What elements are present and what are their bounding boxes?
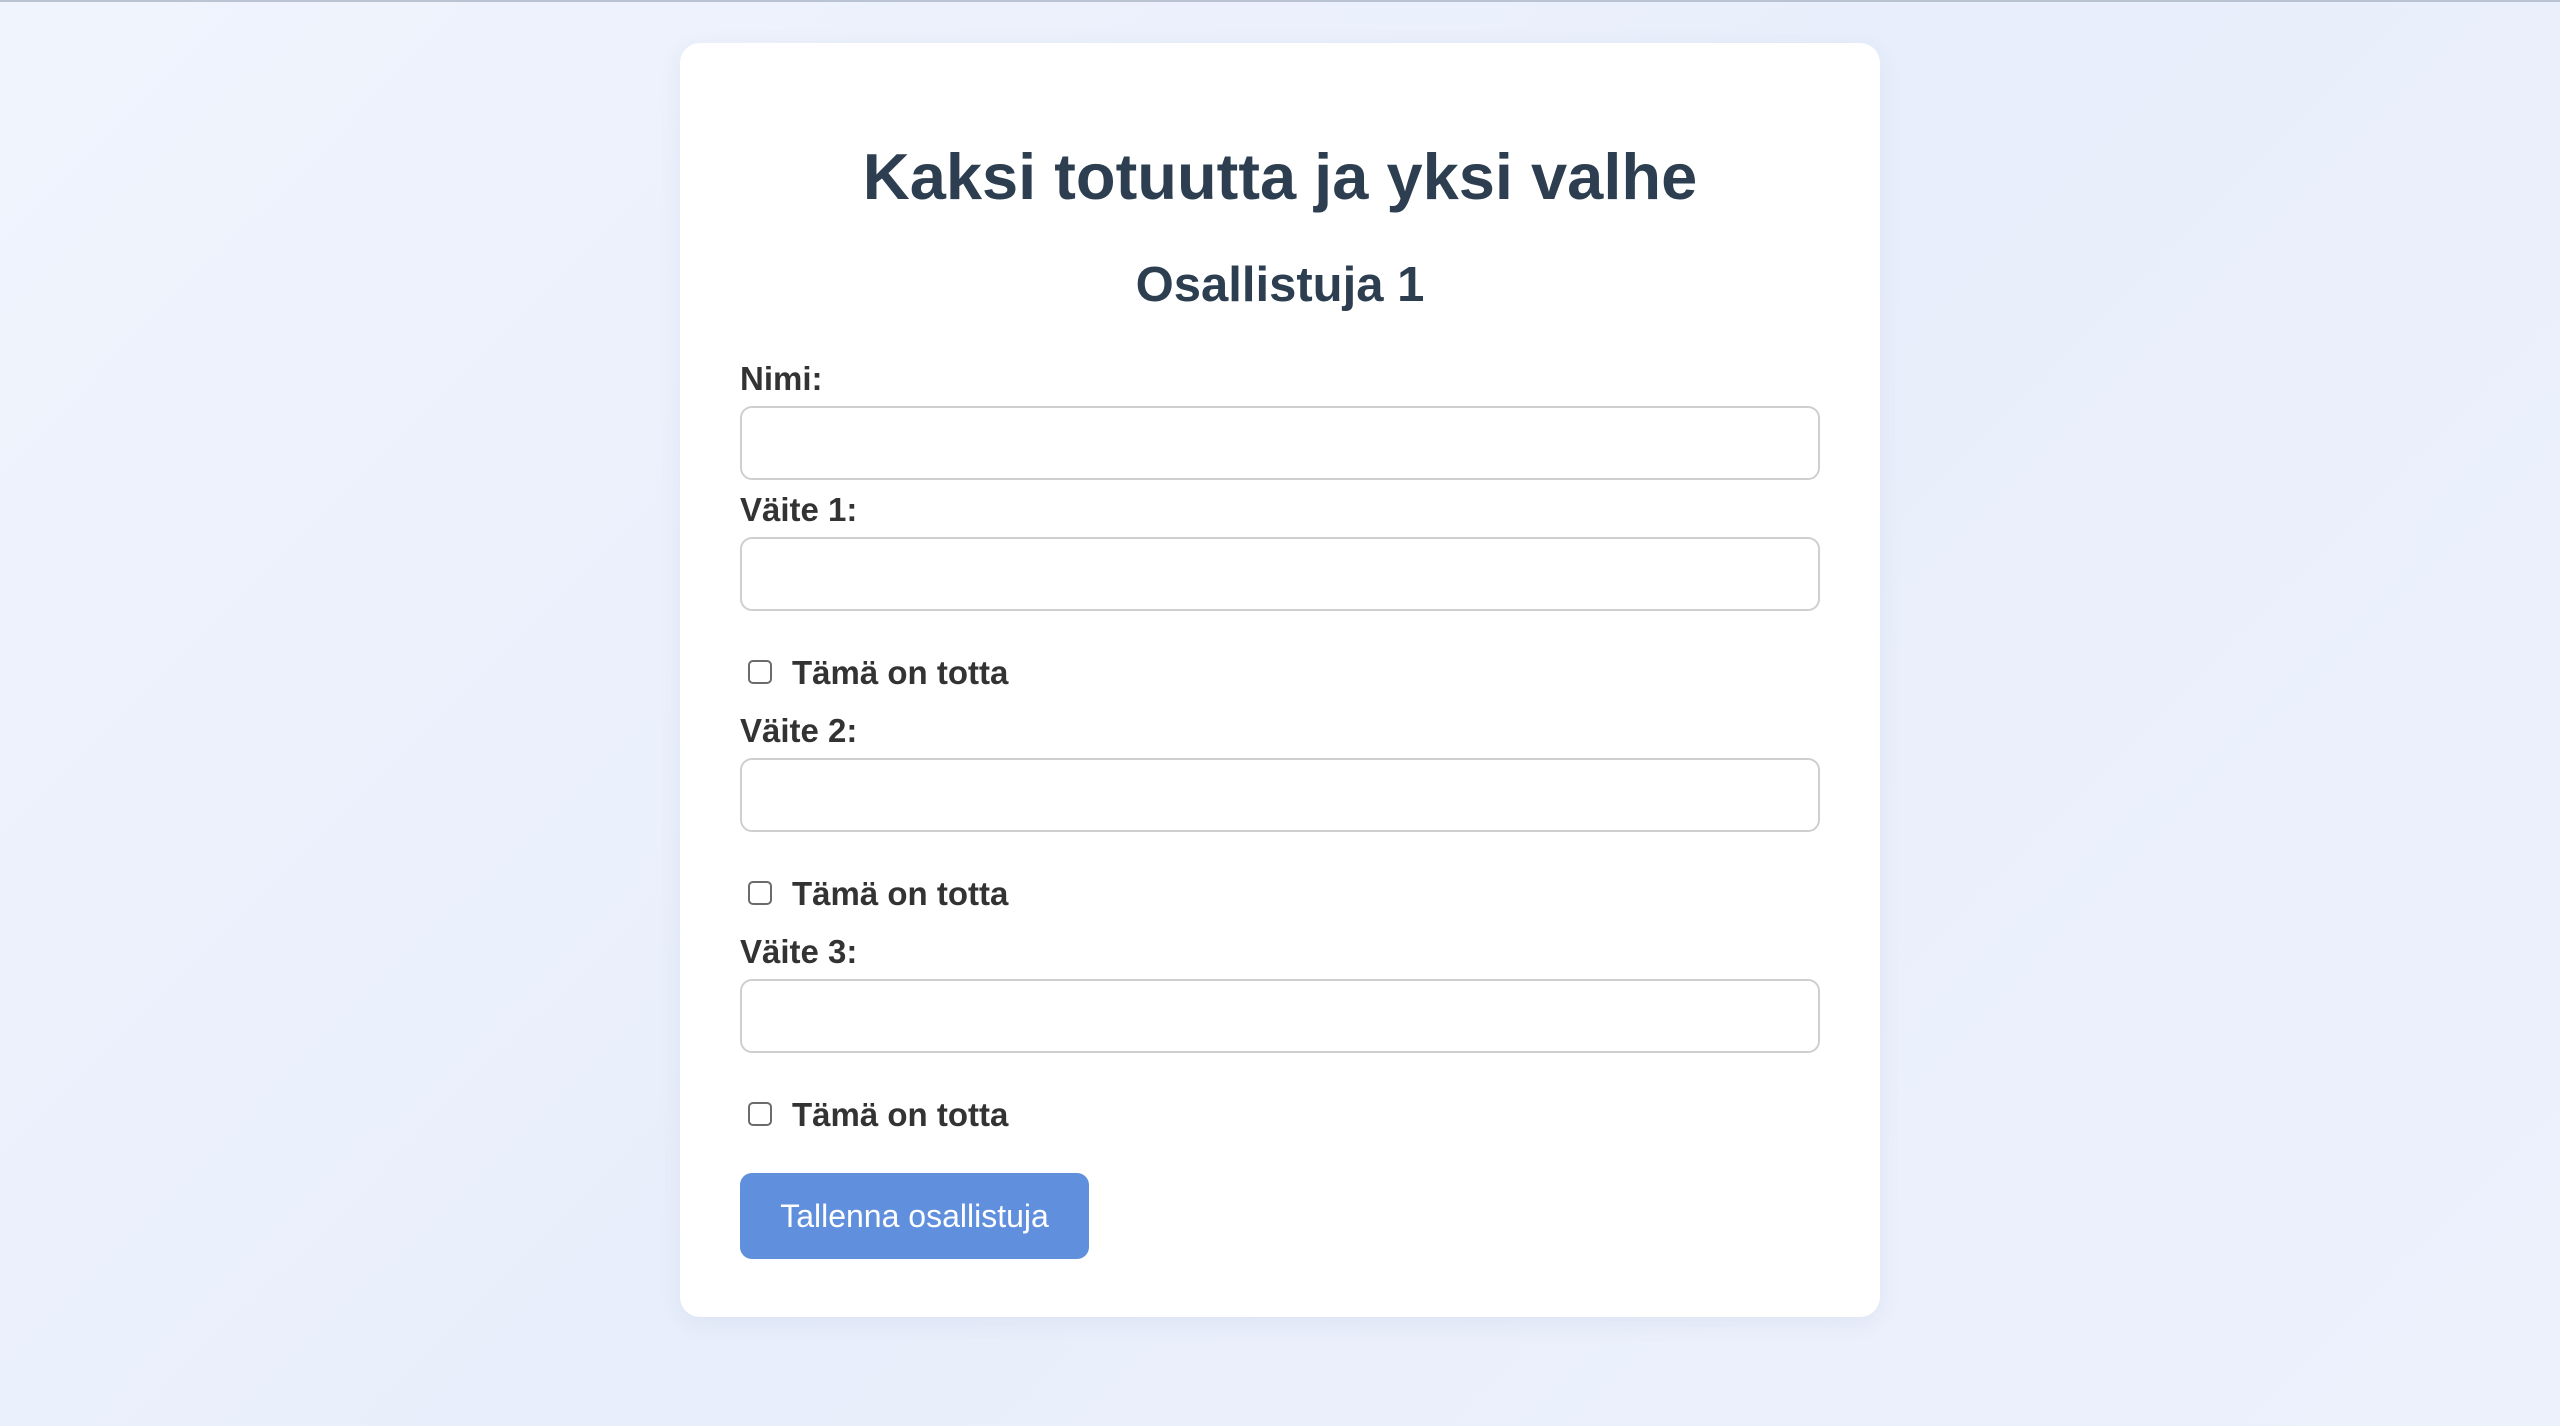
name-input[interactable] (740, 406, 1820, 480)
claim-3-true-option[interactable]: Tämä on totta (748, 1094, 1008, 1134)
claim-1-label: Väite 1: (740, 491, 858, 528)
claim-3-true-label[interactable]: Tämä on totta (792, 1098, 1008, 1131)
claim-3-input[interactable] (740, 979, 1820, 1053)
claim-1-true-option[interactable]: Tämä on totta (748, 652, 1008, 692)
page-title: Kaksi totuutta ja yksi valhe (862, 140, 1698, 213)
claim-2-true-label[interactable]: Tämä on totta (792, 877, 1008, 910)
participant-form-card: Kaksi totuutta ja yksi valhe Osallistuja… (680, 43, 1880, 1317)
participant-heading: Osallistuja 1 (1135, 258, 1425, 312)
name-label: Nimi: (740, 360, 823, 397)
claim-2-label: Väite 2: (740, 712, 858, 749)
claim-2-input[interactable] (740, 758, 1820, 832)
claim-2-true-checkbox[interactable] (748, 881, 772, 905)
claim-3-label: Väite 3: (740, 933, 858, 970)
claim-1-true-checkbox[interactable] (748, 660, 772, 684)
claim-1-true-label[interactable]: Tämä on totta (792, 656, 1008, 689)
claim-2-true-option[interactable]: Tämä on totta (748, 873, 1008, 913)
save-participant-button[interactable]: Tallenna osallistuja (740, 1173, 1089, 1259)
claim-3-true-checkbox[interactable] (748, 1102, 772, 1126)
claim-1-input[interactable] (740, 537, 1820, 611)
